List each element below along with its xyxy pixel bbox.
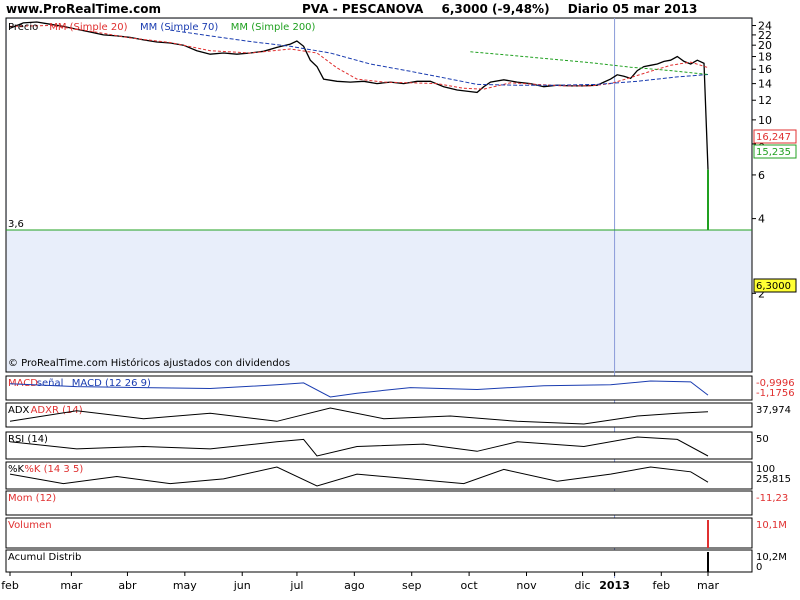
legend-entry: MM (Simple 200) <box>231 22 316 33</box>
x-tick-label: jun <box>233 579 251 592</box>
ma70-value: 15,235 <box>756 147 791 158</box>
indicator-legend: ADX <box>8 405 30 416</box>
stock-chart[interactable]: 3,624681012141618202224Precio MM (Simple … <box>0 0 800 600</box>
indicator-panel <box>5 461 753 490</box>
price-area <box>7 19 751 230</box>
y-tick-label: 16 <box>758 63 772 76</box>
indicator-panel <box>5 517 753 549</box>
chart-note: © ProRealTime.com Históricos ajustados c… <box>8 357 290 369</box>
indicator-legend: %K <box>8 464 25 475</box>
indicator-panel <box>5 490 753 516</box>
last-price-value: 6,3000 <box>756 281 791 292</box>
indicator-legend: Acumul Distrib <box>8 552 81 563</box>
y-tick-label: 6 <box>758 169 765 182</box>
indicator-value: -1,1756 <box>756 388 795 399</box>
indicator-value: 25,815 <box>756 474 791 485</box>
x-tick-label: abr <box>118 579 137 592</box>
x-tick-label: nov <box>516 579 537 592</box>
x-tick-label: jul <box>289 579 303 592</box>
x-tick-label: may <box>173 579 197 592</box>
x-tick-label: 2013 <box>599 579 630 592</box>
y-tick-label: 18 <box>758 51 772 64</box>
legend-entry: MM (Simple 20) <box>49 22 127 33</box>
indicator-value: -11,23 <box>756 493 788 504</box>
indicator-legend: Volumen <box>8 520 52 531</box>
y-tick-label: 12 <box>758 94 772 107</box>
x-tick-label: oct <box>461 579 479 592</box>
legend-entry: Precio <box>8 22 38 33</box>
indicator-legend: %K (14 3 5) <box>24 464 83 475</box>
x-tick-label: dic <box>575 579 591 592</box>
y-tick-label: 24 <box>758 20 772 33</box>
x-tick-label: feb <box>1 579 19 592</box>
x-tick-label: mar <box>697 579 719 592</box>
y-tick-label: 10 <box>758 114 772 127</box>
indicator-legend: Mom (12) <box>8 493 56 504</box>
indicator-legend: señal <box>37 378 64 389</box>
indicator-value: 10,1M <box>756 520 787 531</box>
indicator-panel <box>5 549 753 573</box>
indicator-value: 0 <box>756 562 762 573</box>
ma20-value: 16,247 <box>756 132 791 143</box>
x-tick-label: sep <box>402 579 421 592</box>
x-tick-label: feb <box>652 579 670 592</box>
indicator-panel <box>5 402 753 428</box>
support-label: 3,6 <box>8 219 24 230</box>
x-tick-label: ago <box>344 579 365 592</box>
x-tick-label: mar <box>60 579 82 592</box>
y-tick-label: 4 <box>758 213 765 226</box>
indicator-value: 50 <box>756 434 769 445</box>
legend-entry: MM (Simple 70) <box>140 22 218 33</box>
indicator-value: 37,974 <box>756 405 791 416</box>
y-tick-label: 14 <box>758 78 772 91</box>
